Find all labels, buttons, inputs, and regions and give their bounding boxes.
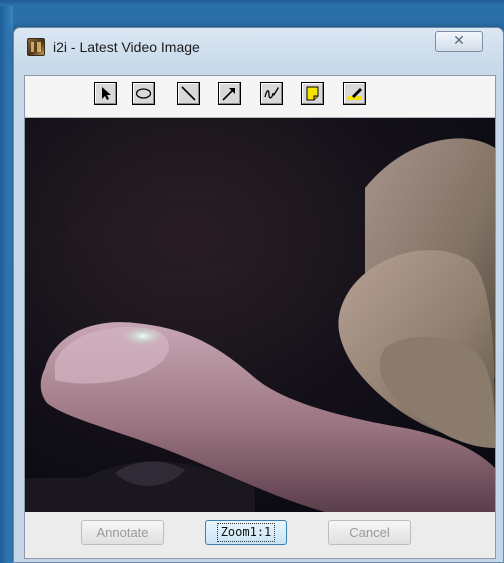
i2i-app-icon bbox=[27, 38, 45, 56]
select-arrow-icon bbox=[102, 87, 111, 100]
sticky-note-icon bbox=[306, 86, 319, 101]
arrow-line-icon bbox=[222, 88, 235, 101]
freehand-tool-button[interactable] bbox=[260, 82, 283, 105]
zoom-button[interactable]: Zoom1:1 bbox=[205, 520, 287, 545]
highlighter-icon bbox=[347, 88, 362, 100]
desktop-top-band bbox=[0, 0, 504, 6]
freehand-pen-icon bbox=[264, 87, 279, 99]
annotate-button[interactable]: Annotate bbox=[81, 520, 164, 545]
close-icon: ✕ bbox=[453, 33, 465, 49]
video-image-window: i2i - Latest Video Image ✕ Annotate Zoom… bbox=[13, 27, 504, 563]
arrow-tool-button[interactable] bbox=[218, 82, 241, 105]
video-frame-fingers-image bbox=[25, 118, 495, 512]
cancel-button[interactable]: Cancel bbox=[328, 520, 411, 545]
select-tool-button[interactable] bbox=[94, 82, 117, 105]
close-button[interactable]: ✕ bbox=[435, 31, 483, 52]
window-title: i2i - Latest Video Image bbox=[53, 39, 200, 55]
line-tool-button[interactable] bbox=[177, 82, 200, 105]
ellipse-icon bbox=[135, 88, 152, 99]
highlighter-tool-button[interactable] bbox=[343, 82, 366, 105]
zoom-button-label: Zoom1:1 bbox=[216, 523, 276, 542]
button-bar: Annotate Zoom1:1 Cancel bbox=[25, 512, 495, 558]
client-area: Annotate Zoom1:1 Cancel bbox=[24, 75, 496, 559]
desktop-side-strip bbox=[0, 6, 13, 563]
note-tool-button[interactable] bbox=[301, 82, 324, 105]
ellipse-tool-button[interactable] bbox=[132, 82, 155, 105]
title-bar[interactable]: i2i - Latest Video Image ✕ bbox=[14, 28, 503, 74]
video-image-view[interactable] bbox=[25, 118, 495, 512]
annotation-toolbar bbox=[25, 76, 495, 118]
line-icon bbox=[181, 86, 196, 101]
